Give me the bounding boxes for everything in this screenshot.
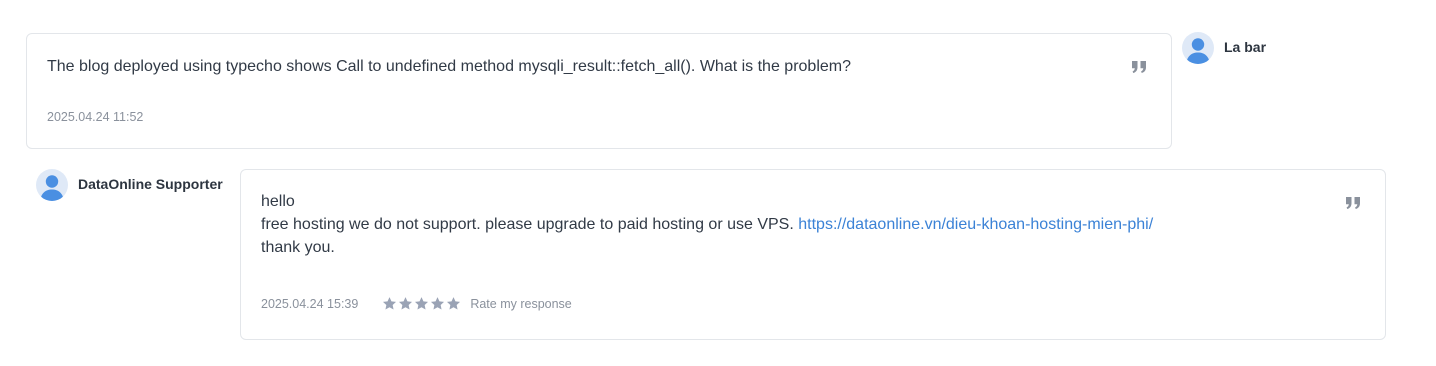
author-name: La bar — [1224, 39, 1267, 55]
staff-message-text: hello free hosting we do not support. pl… — [261, 190, 1153, 259]
message-line: thank you. — [261, 239, 335, 256]
user-avatar-icon — [1182, 32, 1214, 64]
customer-author: La bar — [1182, 32, 1266, 64]
star-icon[interactable] — [398, 296, 413, 311]
star-icon[interactable] — [382, 296, 397, 311]
message-meta: 2025.04.24 15:39 Rate my response — [261, 296, 572, 311]
rate-response-label: Rate my response — [470, 296, 572, 311]
message-meta: 2025.04.24 11:52 — [47, 110, 143, 124]
user-avatar-icon — [36, 169, 68, 201]
message-line-text: free hosting we do not support. please u… — [261, 216, 799, 233]
star-icon[interactable] — [430, 296, 445, 311]
author-name: DataOnline Supporter — [78, 176, 223, 192]
message-line: free hosting we do not support. please u… — [261, 213, 1153, 236]
message-line: The blog deployed using typecho shows Ca… — [47, 58, 851, 75]
message-line: hello — [261, 193, 295, 210]
customer-message-text: The blog deployed using typecho shows Ca… — [47, 55, 851, 78]
message-timestamp: 2025.04.24 11:52 — [47, 110, 144, 124]
message-timestamp: 2025.04.24 15:39 — [261, 296, 359, 311]
staff-author: DataOnline Supporter — [36, 169, 223, 201]
quote-icon[interactable] — [1345, 196, 1361, 210]
star-icon[interactable] — [414, 296, 429, 311]
ticket-thread: The blog deployed using typecho shows Ca… — [0, 0, 1436, 366]
quote-icon[interactable] — [1131, 60, 1147, 74]
customer-message-bubble: The blog deployed using typecho shows Ca… — [26, 33, 1172, 149]
staff-message-bubble: hello free hosting we do not support. pl… — [240, 169, 1386, 340]
star-icon[interactable] — [446, 296, 461, 311]
terms-link[interactable]: https://dataonline.vn/dieu-khoan-hosting… — [798, 216, 1153, 233]
rating-stars — [382, 296, 461, 311]
